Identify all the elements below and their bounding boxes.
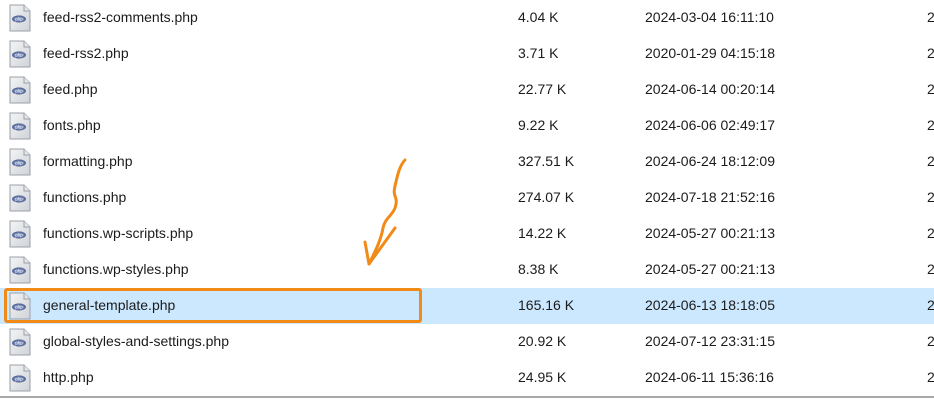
file-row[interactable]: php fonts.php 9.22 K 2024-06-06 02:49:17… [0, 108, 934, 144]
file-date: 2024-03-04 16:11:10 [645, 9, 774, 25]
file-date: 2024-06-11 15:36:16 [645, 369, 774, 385]
file-size: 327.51 K [518, 153, 575, 169]
file-name: fonts.php [43, 117, 101, 133]
php-file-icon: php [9, 292, 31, 320]
php-file-icon: php [9, 148, 31, 176]
file-row[interactable]: php feed-rss2.php 3.71 K 2020-01-29 04:1… [0, 36, 934, 72]
svg-text:php: php [15, 233, 23, 238]
file-name: functions.wp-styles.php [43, 261, 189, 277]
file-name: feed-rss2.php [43, 45, 129, 61]
file-date: 2020-01-29 04:15:18 [645, 45, 775, 61]
file-size: 3.71 K [518, 45, 559, 61]
file-size: 9.22 K [518, 117, 559, 133]
php-file-icon: php [9, 112, 31, 140]
file-extra: 2 [927, 261, 934, 277]
file-row[interactable]: php global-styles-and-settings.php 20.92… [0, 324, 934, 360]
svg-text:php: php [15, 377, 23, 382]
file-row[interactable]: php functions.php 274.07 K 2024-07-18 21… [0, 180, 934, 216]
file-row[interactable]: php feed.php 22.77 K 2024-06-14 00:20:14… [0, 72, 934, 108]
svg-text:php: php [15, 17, 23, 22]
file-date: 2024-06-06 02:49:17 [645, 117, 775, 133]
file-extra: 2 [927, 369, 934, 385]
php-file-icon: php [9, 184, 31, 212]
php-file-icon: php [9, 76, 31, 104]
file-row[interactable]: php http.php 24.95 K 2024-06-11 15:36:16… [0, 360, 934, 396]
file-extra: 2 [927, 225, 934, 241]
svg-text:php: php [15, 341, 23, 346]
file-date: 2024-05-27 00:21:13 [645, 261, 775, 277]
file-name: functions.php [43, 189, 127, 205]
svg-text:php: php [15, 161, 23, 166]
file-size: 14.22 K [518, 225, 567, 241]
php-file-icon: php [9, 4, 31, 32]
file-size: 24.95 K [518, 369, 567, 385]
file-name: feed-rss2-comments.php [43, 9, 198, 25]
file-name: general-template.php [43, 297, 176, 313]
svg-text:php: php [15, 269, 23, 274]
file-row[interactable]: php formatting.php 327.51 K 2024-06-24 1… [0, 144, 934, 180]
file-extra: 2 [927, 153, 934, 169]
file-row[interactable]: php functions.wp-scripts.php 14.22 K 202… [0, 216, 934, 252]
file-date: 2024-06-13 18:18:05 [645, 297, 775, 313]
file-name: functions.wp-scripts.php [43, 225, 194, 241]
file-extra: 2 [927, 297, 934, 313]
svg-text:php: php [15, 53, 23, 58]
file-list: php feed-rss2-comments.php 4.04 K 2024-0… [0, 0, 934, 396]
file-extra: 2 [927, 189, 934, 205]
file-row-selected[interactable]: php general-template.php 165.16 K 2024-0… [0, 288, 934, 324]
file-size: 274.07 K [518, 189, 575, 205]
file-date: 2024-06-24 18:12:09 [645, 153, 775, 169]
file-date: 2024-07-18 21:52:16 [645, 189, 775, 205]
file-row[interactable]: php functions.wp-styles.php 8.38 K 2024-… [0, 252, 934, 288]
file-extra: 2 [927, 333, 934, 349]
file-date: 2024-06-14 00:20:14 [645, 81, 775, 97]
file-size: 8.38 K [518, 261, 559, 277]
divider [0, 396, 934, 398]
php-file-icon: php [9, 40, 31, 68]
svg-text:php: php [15, 197, 23, 202]
file-name: formatting.php [43, 153, 133, 169]
php-file-icon: php [9, 256, 31, 284]
file-name: global-styles-and-settings.php [43, 333, 229, 349]
file-name: http.php [43, 369, 94, 385]
file-extra: 2 [927, 45, 934, 61]
file-extra: 2 [927, 9, 934, 25]
svg-text:php: php [15, 89, 23, 94]
file-extra: 2 [927, 117, 934, 133]
file-extra: 2 [927, 81, 934, 97]
file-size: 4.04 K [518, 9, 559, 25]
svg-text:php: php [15, 305, 23, 310]
file-date: 2024-07-12 23:31:15 [645, 333, 775, 349]
php-file-icon: php [9, 364, 31, 392]
php-file-icon: php [9, 220, 31, 248]
file-date: 2024-05-27 00:21:13 [645, 225, 775, 241]
annotation-arrow-icon [363, 158, 407, 266]
php-file-icon: php [9, 328, 31, 356]
file-size: 165.16 K [518, 297, 575, 313]
file-name: feed.php [43, 81, 98, 97]
file-row[interactable]: php feed-rss2-comments.php 4.04 K 2024-0… [0, 0, 934, 36]
file-size: 22.77 K [518, 81, 567, 97]
svg-text:php: php [15, 125, 23, 130]
file-size: 20.92 K [518, 333, 567, 349]
